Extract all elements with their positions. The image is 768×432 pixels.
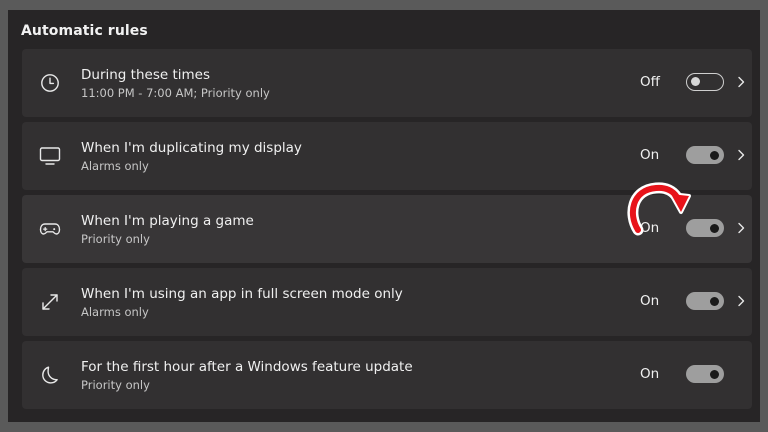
toggle-state-label: On bbox=[640, 293, 660, 309]
toggle-knob bbox=[691, 77, 700, 86]
rule-toggle[interactable] bbox=[686, 73, 724, 91]
rule-full-screen-app[interactable]: When I'm using an app in full screen mod… bbox=[22, 268, 752, 336]
fullscreen-arrows-icon bbox=[39, 291, 61, 313]
rule-text: When I'm playing a game Priority only bbox=[81, 212, 254, 247]
rule-text: For the first hour after a Windows featu… bbox=[81, 358, 413, 393]
rule-during-these-times[interactable]: During these times 11:00 PM - 7:00 AM; P… bbox=[22, 49, 752, 117]
clock-icon bbox=[39, 72, 61, 94]
chevron-right-icon[interactable] bbox=[734, 75, 748, 89]
toggle-knob bbox=[710, 369, 719, 379]
toggle-state-label: Off bbox=[640, 74, 660, 90]
gamepad-icon bbox=[39, 218, 61, 240]
monitor-icon bbox=[39, 145, 61, 167]
rules-list: During these times 11:00 PM - 7:00 AM; P… bbox=[22, 49, 752, 414]
automatic-rules-panel: Automatic rules During these times 11:00… bbox=[8, 10, 760, 422]
rule-feature-update[interactable]: For the first hour after a Windows featu… bbox=[22, 341, 752, 409]
toggle-state-label: On bbox=[640, 147, 660, 163]
rule-subtitle: Priority only bbox=[81, 232, 150, 246]
rule-title: When I'm using an app in full screen mod… bbox=[81, 286, 403, 302]
section-title: Automatic rules bbox=[21, 23, 148, 39]
rule-subtitle: Priority only bbox=[81, 378, 150, 392]
rule-title: When I'm playing a game bbox=[81, 213, 254, 229]
toggle-state-label: On bbox=[640, 366, 660, 382]
rule-toggle[interactable] bbox=[686, 146, 724, 164]
rule-title: During these times bbox=[81, 67, 210, 83]
rule-subtitle: 11:00 PM - 7:00 AM; Priority only bbox=[81, 86, 270, 100]
moon-icon bbox=[39, 364, 61, 386]
rule-playing-game[interactable]: When I'm playing a game Priority only On bbox=[22, 195, 752, 263]
rule-toggle[interactable] bbox=[686, 292, 724, 310]
chevron-right-icon[interactable] bbox=[734, 148, 748, 162]
rule-text: When I'm duplicating my display Alarms o… bbox=[81, 139, 302, 174]
toggle-knob bbox=[710, 223, 719, 233]
rule-text: When I'm using an app in full screen mod… bbox=[81, 285, 403, 320]
rule-toggle[interactable] bbox=[686, 219, 724, 237]
rule-subtitle: Alarms only bbox=[81, 305, 149, 319]
rule-title: For the first hour after a Windows featu… bbox=[81, 359, 413, 375]
toggle-knob bbox=[710, 296, 719, 306]
rule-toggle[interactable] bbox=[686, 365, 724, 383]
toggle-knob bbox=[710, 150, 719, 160]
chevron-right-icon[interactable] bbox=[734, 221, 748, 235]
toggle-state-label: On bbox=[640, 220, 660, 236]
rule-subtitle: Alarms only bbox=[81, 159, 149, 173]
rule-duplicating-display[interactable]: When I'm duplicating my display Alarms o… bbox=[22, 122, 752, 190]
rule-text: During these times 11:00 PM - 7:00 AM; P… bbox=[81, 66, 270, 101]
chevron-right-icon[interactable] bbox=[734, 294, 748, 308]
rule-title: When I'm duplicating my display bbox=[81, 140, 302, 156]
